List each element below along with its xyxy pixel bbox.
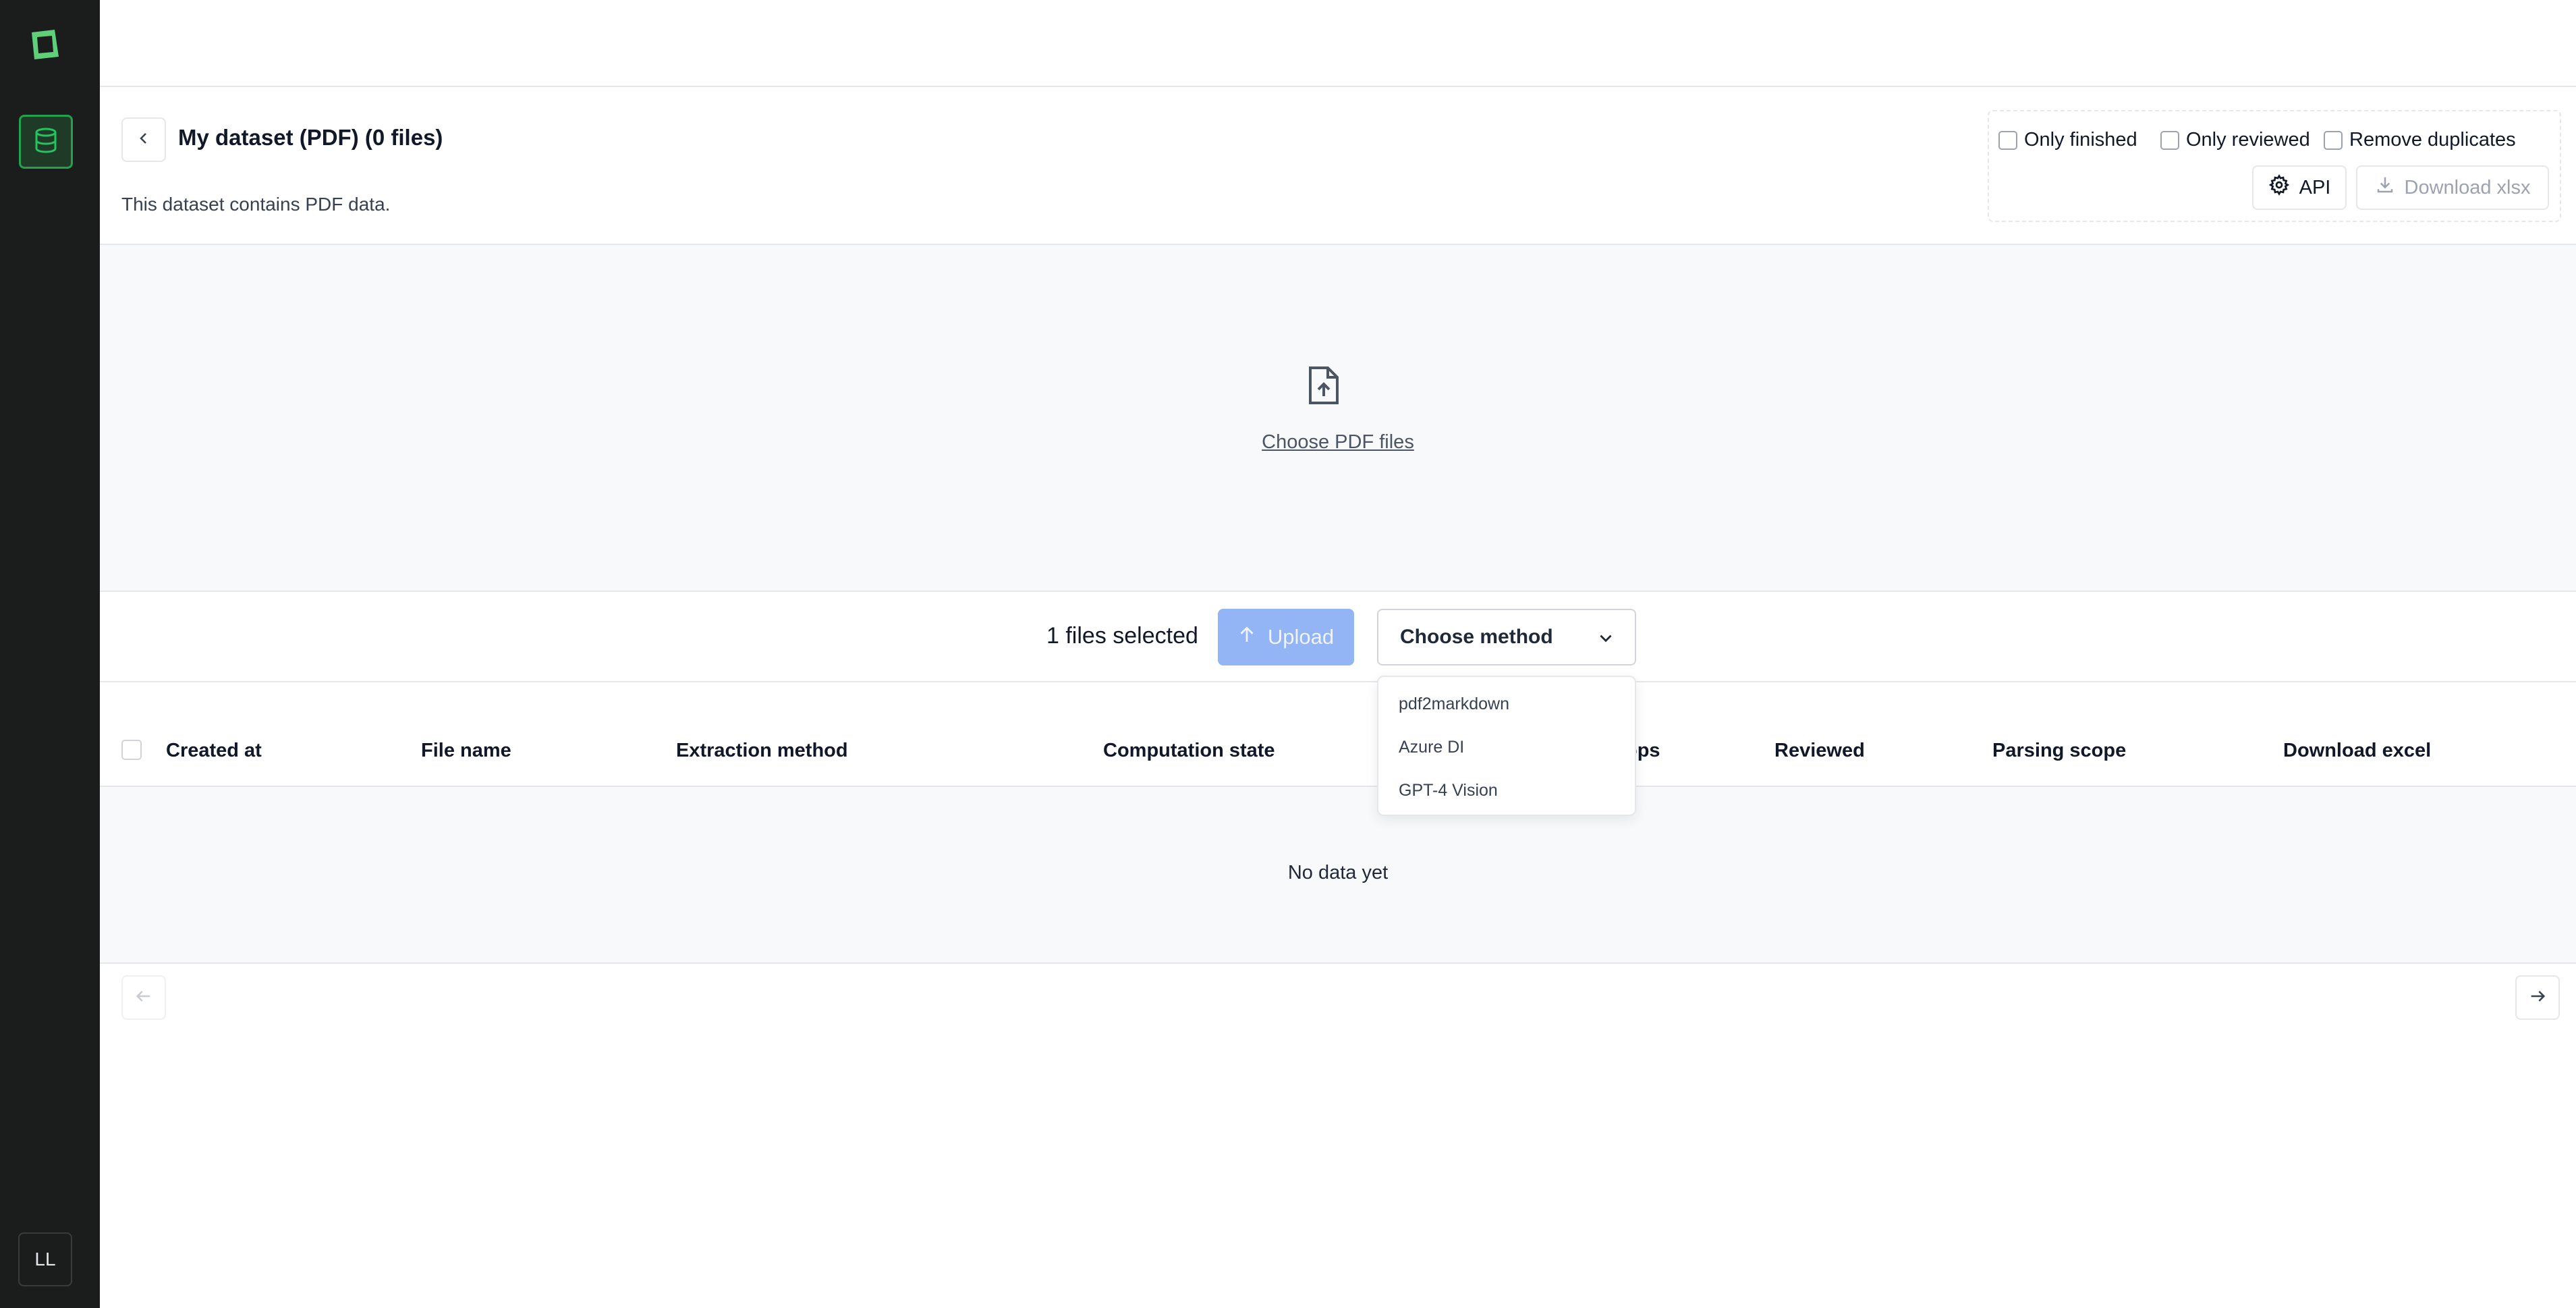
chevron-down-icon <box>1597 629 1615 652</box>
remove-duplicates-checkbox[interactable]: Remove duplicates <box>2324 129 2516 151</box>
only-reviewed-label: Only reviewed <box>2186 129 2310 151</box>
checkbox-box[interactable] <box>1998 130 2017 150</box>
download-xlsx-button[interactable]: Download xlsx <box>2356 165 2549 210</box>
checkbox-box[interactable] <box>2324 130 2343 150</box>
upload-button[interactable]: Upload <box>1218 609 1354 665</box>
previous-page-button[interactable] <box>121 975 166 1020</box>
app-logo-icon[interactable] <box>28 27 63 62</box>
upload-bar: 1 files selected Upload Choose method <box>100 592 2576 682</box>
method-dropdown-menu: pdf2markdown Azure DI GPT-4 Vision <box>1377 676 1636 816</box>
column-header-download-excel[interactable]: Download excel <box>2283 740 2431 762</box>
top-bar <box>100 0 2576 87</box>
dataset-description: This dataset contains PDF data. <box>121 194 391 215</box>
table-header: Created at File name Extraction method C… <box>100 682 2576 787</box>
gear-icon <box>2268 174 2290 201</box>
options-panel: Only finished Only reviewed Remove dupli… <box>1988 110 2561 222</box>
column-header-computation-state[interactable]: Computation state <box>1103 740 1275 762</box>
back-button[interactable] <box>121 117 166 162</box>
sidebar: LL <box>0 0 100 1308</box>
arrow-right-icon <box>2528 987 2547 1009</box>
next-page-button[interactable] <box>2515 975 2560 1020</box>
database-icon <box>34 127 58 157</box>
dataset-header: My dataset (PDF) (0 files) This dataset … <box>100 87 2576 245</box>
method-option-azure-di[interactable]: Azure DI <box>1399 738 1464 757</box>
table-body: No data yet <box>100 787 2576 964</box>
sidebar-item-datasets[interactable] <box>19 115 73 169</box>
files-selected-count: 1 files selected <box>1046 623 1198 649</box>
column-header-reviewed[interactable]: Reviewed <box>1774 740 1865 762</box>
method-select[interactable]: Choose method <box>1377 609 1636 665</box>
column-header-created-at[interactable]: Created at <box>166 740 262 762</box>
empty-state-text: No data yet <box>1287 862 1389 883</box>
checkbox-box[interactable] <box>2160 130 2179 150</box>
only-finished-label: Only finished <box>2024 129 2137 151</box>
method-select-label: Choose method <box>1400 626 1553 648</box>
arrow-left-icon <box>134 987 153 1009</box>
file-upload-icon <box>1306 365 1341 409</box>
column-header-file-name[interactable]: File name <box>421 740 511 762</box>
column-header-parsing-scope[interactable]: Parsing scope <box>1992 740 2126 762</box>
download-label: Download xlsx <box>2404 176 2531 198</box>
remove-duplicates-label: Remove duplicates <box>2349 129 2516 151</box>
column-header-extraction-method[interactable]: Extraction method <box>676 740 848 762</box>
chevron-left-icon <box>136 131 151 149</box>
only-finished-checkbox[interactable]: Only finished <box>1998 129 2137 151</box>
method-option-pdf2markdown[interactable]: pdf2markdown <box>1399 694 1509 714</box>
api-label: API <box>2299 176 2331 198</box>
select-all-checkbox[interactable] <box>121 740 142 760</box>
choose-pdf-files-link[interactable]: Choose PDF files <box>100 431 2576 454</box>
arrow-up-icon <box>1238 625 1256 649</box>
download-icon <box>2375 175 2395 200</box>
pdf-dropzone[interactable]: Choose PDF files <box>100 245 2576 592</box>
upload-label: Upload <box>1267 625 1335 649</box>
page-title: My dataset (PDF) (0 files) <box>178 125 443 150</box>
user-avatar[interactable]: LL <box>18 1232 72 1286</box>
method-option-gpt4-vision[interactable]: GPT-4 Vision <box>1399 781 1498 800</box>
only-reviewed-checkbox[interactable]: Only reviewed <box>2160 129 2310 151</box>
api-button[interactable]: API <box>2252 165 2347 210</box>
